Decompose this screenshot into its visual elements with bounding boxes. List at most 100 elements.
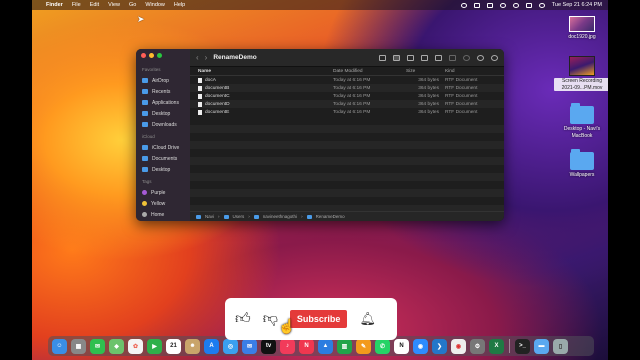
folder-icon[interactable]: ▬	[534, 338, 549, 354]
file-list: docA Today at 6:16 PM 364 bytes RTF Docu…	[190, 76, 504, 116]
search-icon[interactable]	[491, 54, 498, 61]
folder-icon	[306, 214, 312, 219]
siri-icon[interactable]	[538, 2, 545, 8]
facetime-icon[interactable]: ▶	[147, 338, 162, 354]
safari-icon[interactable]: ◎	[223, 338, 238, 354]
sidebar-item-icloud-desktop[interactable]: Desktop	[136, 164, 190, 175]
desktop-folder-wallpapers[interactable]: Wallpapers	[556, 149, 608, 179]
path-item[interactable]: RenameDemo	[316, 214, 345, 219]
menu-help[interactable]: Help	[174, 2, 185, 8]
vscode-icon[interactable]: ❯	[432, 338, 447, 354]
record-icon[interactable]	[460, 2, 467, 8]
share-icon[interactable]	[449, 54, 456, 61]
contacts-icon[interactable]: ☻	[185, 338, 200, 354]
back-button[interactable]: ‹	[196, 53, 199, 62]
file-row[interactable]: documentE Today at 6:16 PM 364 bytes RTF…	[190, 108, 504, 116]
desktop-file-screen-recording[interactable]: Screen Recording 2021-09...PM.mov	[554, 56, 608, 91]
battery-icon[interactable]	[486, 2, 493, 8]
file-row[interactable]: documentB Today at 6:16 PM 364 bytes RTF…	[190, 84, 504, 92]
file-row[interactable]: documentC Today at 6:16 PM 364 bytes RTF…	[190, 92, 504, 100]
thumbs-down-icon[interactable]: 👎︎	[263, 310, 278, 328]
settings-icon[interactable]: ⚙	[470, 338, 485, 354]
path-item[interactable]: navineethnagothi	[263, 214, 297, 219]
sidebar-item-applications[interactable]: Applications	[136, 97, 190, 108]
path-item[interactable]: Navi	[205, 214, 214, 219]
keynote-icon[interactable]: ▲	[318, 338, 333, 354]
sidebar-item-recents[interactable]: Recents	[136, 86, 190, 97]
launchpad-icon[interactable]: ▦	[71, 338, 86, 354]
file-row[interactable]: docA Today at 6:16 PM 364 bytes RTF Docu…	[190, 76, 504, 84]
folder-icon	[223, 214, 229, 219]
file-size: 364 bytes	[418, 77, 439, 83]
menu-file[interactable]: File	[72, 2, 81, 8]
trash-icon[interactable]: ▯	[553, 338, 568, 354]
messages-icon[interactable]: ✉	[90, 338, 105, 354]
sidebar-item-tag-yellow[interactable]: Yellow	[136, 198, 190, 209]
document-icon	[198, 101, 202, 107]
photos-icon[interactable]: ✿	[128, 338, 143, 354]
zoom-button[interactable]	[157, 53, 162, 58]
appstore-icon[interactable]: A	[204, 338, 219, 354]
menu-go[interactable]: Go	[129, 2, 136, 8]
sidebar-item-label: Yellow	[151, 200, 166, 207]
sidebar-item-tag-purple[interactable]: Purple	[136, 187, 190, 198]
control-center-icon[interactable]	[525, 2, 532, 8]
gallery-view-icon[interactable]	[421, 54, 428, 61]
pages-icon[interactable]: ✎	[356, 338, 371, 354]
file-kind: RTF Document	[445, 93, 478, 99]
whatsapp-icon[interactable]: ✆	[375, 338, 390, 354]
path-separator: ›	[301, 214, 303, 219]
list-view-icon[interactable]	[393, 54, 400, 61]
subscribe-overlay: 👍︎ 👎︎ Subscribe 🔔︎	[225, 298, 397, 340]
bell-icon[interactable]: 🔔︎	[359, 311, 376, 327]
menu-clock[interactable]: Tue Sep 21 6:24 PM	[552, 2, 602, 8]
music-icon[interactable]: ♪	[280, 338, 295, 354]
sidebar-item-documents[interactable]: Documents	[136, 153, 190, 164]
display-icon[interactable]	[473, 2, 480, 8]
menu-view[interactable]: View	[108, 2, 120, 8]
more-actions-icon[interactable]	[477, 54, 484, 61]
path-item[interactable]: Users	[233, 214, 245, 219]
menu-edit[interactable]: Edit	[90, 2, 99, 8]
sidebar-item-label: Downloads	[152, 121, 177, 128]
calendar-icon[interactable]: 21	[166, 338, 181, 354]
column-date[interactable]: Date Modified	[333, 69, 406, 74]
maps-icon[interactable]: ◆	[109, 338, 124, 354]
subscribe-button[interactable]: Subscribe	[289, 310, 348, 328]
icon-view-icon[interactable]	[379, 54, 386, 61]
sidebar-item-airdrop[interactable]: AirDrop	[136, 75, 190, 86]
notion-icon[interactable]: N	[394, 338, 409, 354]
column-name[interactable]: Name	[198, 69, 333, 74]
column-view-icon[interactable]	[407, 54, 414, 61]
close-button[interactable]	[141, 53, 146, 58]
column-size[interactable]: Size	[406, 69, 445, 74]
terminal-icon[interactable]: >_	[515, 338, 530, 354]
wifi-icon[interactable]	[499, 2, 506, 8]
forward-button[interactable]: ›	[205, 53, 208, 62]
mail-icon[interactable]: ✉	[242, 338, 257, 354]
minimize-button[interactable]	[149, 53, 154, 58]
appletv-icon[interactable]: tv	[261, 338, 276, 354]
desktop-folder-macbook[interactable]: Desktop - Navi's MacBook	[554, 103, 608, 139]
tag-icon[interactable]	[463, 54, 470, 61]
icloud-header: iCloud	[142, 134, 155, 139]
column-kind[interactable]: Kind	[445, 69, 455, 74]
excel-icon[interactable]: X	[489, 338, 504, 354]
finder-icon[interactable]: ☺	[52, 338, 67, 354]
thumbs-up-icon[interactable]: 👍︎	[235, 310, 251, 328]
desktop-file-doc1920[interactable]: doc1920.jpg	[562, 16, 602, 41]
sidebar-item-tag-home[interactable]: Home	[136, 209, 190, 220]
sidebar-item-downloads[interactable]: Downloads	[136, 119, 190, 130]
menu-window[interactable]: Window	[145, 2, 165, 8]
numbers-icon[interactable]: ▥	[337, 338, 352, 354]
group-by-icon[interactable]	[435, 54, 442, 61]
chrome-icon[interactable]: ◉	[451, 338, 466, 354]
file-row[interactable]: documentD Today at 6:16 PM 364 bytes RTF…	[190, 100, 504, 108]
search-icon[interactable]	[512, 2, 519, 8]
sidebar-item-desktop[interactable]: Desktop	[136, 108, 190, 119]
letterbox-right	[608, 0, 640, 360]
sidebar-item-icloud-drive[interactable]: iCloud Drive	[136, 142, 190, 153]
zoom-icon[interactable]: ◉	[413, 338, 428, 354]
menu-finder[interactable]: Finder	[46, 2, 63, 8]
news-icon[interactable]: N	[299, 338, 314, 354]
